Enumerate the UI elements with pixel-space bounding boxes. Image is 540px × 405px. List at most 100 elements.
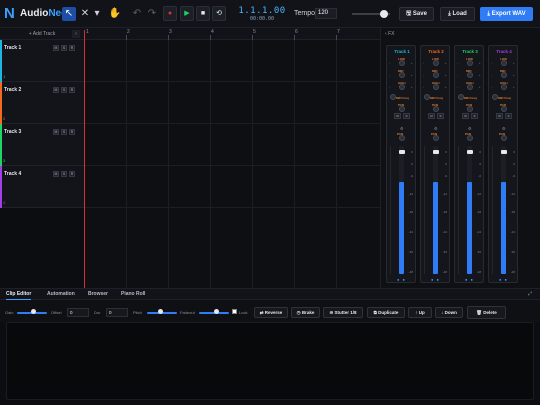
- gain-slider-knob[interactable]: [31, 309, 36, 314]
- duplicate-button[interactable]: ⧉ Duplicate: [367, 307, 405, 318]
- expand-panel-icon[interactable]: ⤢: [528, 291, 535, 298]
- track-header-4[interactable]: Track 4 M S R 4: [0, 166, 84, 208]
- load-button[interactable]: ⤓ Load: [440, 7, 475, 21]
- pitch-slider-knob[interactable]: [158, 309, 163, 314]
- fader-handle[interactable]: [500, 150, 507, 154]
- track-solo-button[interactable]: S: [61, 45, 67, 51]
- reverse-button[interactable]: ⇄ Reverse: [254, 307, 288, 318]
- grid-line: [210, 40, 211, 288]
- fx-icon[interactable]: ⚙: [434, 126, 438, 131]
- hand-tool-button[interactable]: ✋: [108, 7, 122, 21]
- tab-automation[interactable]: Automation: [47, 289, 75, 300]
- strip-solo-button[interactable]: S: [437, 113, 444, 119]
- pan-label: PAN: [466, 103, 473, 107]
- db-scale-label: 0: [513, 162, 515, 166]
- track-mute-button[interactable]: M: [53, 171, 59, 177]
- fx-icon[interactable]: ⚙: [502, 126, 506, 131]
- clip-editor-canvas[interactable]: [6, 322, 534, 400]
- undo-button[interactable]: ↶: [130, 7, 144, 21]
- eq-range-min: -: [491, 86, 492, 89]
- collapse-icon[interactable]: ‹: [385, 31, 387, 37]
- grid-line: [294, 40, 295, 288]
- send-label: PAN: [431, 132, 438, 136]
- strip-solo-button[interactable]: S: [403, 113, 410, 119]
- fadeout-label: Fadeout: [180, 310, 195, 315]
- fader-handle[interactable]: [398, 150, 405, 154]
- track-header-3[interactable]: Track 3 M S R 3: [0, 124, 84, 166]
- track-color-bar: [0, 166, 2, 208]
- strip-mute-button[interactable]: M: [394, 113, 401, 119]
- stutter-label: Stutter 1/8: [334, 310, 357, 315]
- brake-button[interactable]: ◷ Brake: [291, 307, 320, 318]
- mixer-title-text: FX: [388, 31, 395, 37]
- db-scale-label: 6: [479, 150, 481, 154]
- track-mute-button[interactable]: M: [53, 129, 59, 135]
- fader-handle[interactable]: [432, 150, 439, 154]
- record-button[interactable]: ●: [163, 6, 177, 21]
- move-down-button[interactable]: ↓ Down: [435, 307, 463, 318]
- offset-input[interactable]: 0: [67, 308, 89, 317]
- db-scale-label: -24: [442, 230, 447, 234]
- eq-range-min: -: [389, 62, 390, 65]
- move-up-button[interactable]: ↑ Up: [408, 307, 432, 318]
- strip-mute-button[interactable]: M: [428, 113, 435, 119]
- eq-label: LOW: [432, 57, 439, 61]
- track-header-2[interactable]: Track 2 M S R 2: [0, 82, 84, 124]
- fader-handle[interactable]: [466, 150, 473, 154]
- dur-label: Dur: [94, 310, 101, 315]
- tab-piano-roll[interactable]: Piano Roll: [121, 289, 145, 300]
- arrange-timeline[interactable]: [84, 40, 380, 288]
- timeline-ruler[interactable]: 1 2 3 4 5 6 7: [84, 28, 380, 40]
- track-mute-button[interactable]: M: [53, 87, 59, 93]
- strip-solo-button[interactable]: S: [471, 113, 478, 119]
- track-record-arm-button[interactable]: R: [69, 129, 75, 135]
- chevron-down-icon[interactable]: ▾: [93, 7, 101, 21]
- track-solo-button[interactable]: S: [61, 129, 67, 135]
- cut-tool-button[interactable]: ✕: [78, 7, 92, 21]
- pointer-tool-button[interactable]: ↖: [62, 7, 76, 21]
- save-button[interactable]: 🖫 Save: [399, 7, 434, 21]
- eq-label: MID: [500, 69, 506, 73]
- fx-icon[interactable]: ⚙: [468, 126, 472, 131]
- playhead[interactable]: [84, 30, 85, 288]
- mid-freq-label: MID Freq: [498, 96, 511, 100]
- track-record-arm-button[interactable]: R: [69, 87, 75, 93]
- eq-range-max: +: [411, 62, 413, 65]
- track-header-1[interactable]: Track 1 M S R 1: [0, 40, 84, 82]
- tempo-input[interactable]: 120: [315, 8, 337, 19]
- redo-button[interactable]: ↷: [145, 7, 159, 21]
- delete-button[interactable]: 🗑 Delete: [467, 306, 506, 319]
- gain-label: Gain: [5, 310, 14, 315]
- lock-label: Lock: [239, 310, 248, 315]
- duration-input[interactable]: 0: [106, 308, 128, 317]
- fadeout-slider-knob[interactable]: [214, 309, 219, 314]
- strip-mute-button[interactable]: M: [462, 113, 469, 119]
- export-label: Export WAV: [491, 11, 526, 17]
- loop-button[interactable]: ⟲: [212, 6, 226, 21]
- grid-line: [168, 40, 169, 288]
- brake-icon: ◷: [296, 310, 301, 315]
- tab-browser[interactable]: Browser: [88, 289, 108, 300]
- db-scale-label: -48: [476, 270, 481, 274]
- export-wav-button[interactable]: ⤓ Export WAV: [480, 7, 533, 21]
- track-solo-button[interactable]: S: [61, 171, 67, 177]
- stop-button[interactable]: ■: [196, 6, 210, 21]
- play-button[interactable]: ▶: [180, 6, 194, 21]
- track-record-arm-button[interactable]: R: [69, 45, 75, 51]
- scroll-left-button[interactable]: ‹: [72, 30, 80, 38]
- ruler-bar-6: 6: [295, 29, 298, 35]
- track-record-arm-button[interactable]: R: [69, 171, 75, 177]
- fx-icon[interactable]: ⚙: [400, 126, 404, 131]
- db-scale-label: -12: [442, 192, 447, 196]
- eq-label: HIGH: [466, 81, 474, 85]
- track-mute-button[interactable]: M: [53, 45, 59, 51]
- strip-solo-button[interactable]: S: [505, 113, 512, 119]
- export-icon: ⤓: [487, 11, 491, 17]
- stutter-button[interactable]: ≋ Stutter 1/8: [323, 307, 363, 318]
- strip-mute-button[interactable]: M: [496, 113, 503, 119]
- lane-divider: [84, 81, 380, 82]
- track-solo-button[interactable]: S: [61, 87, 67, 93]
- master-volume-knob[interactable]: [380, 10, 389, 18]
- lock-checkbox[interactable]: [232, 309, 237, 314]
- tab-clip-editor[interactable]: Clip Editor: [6, 289, 32, 300]
